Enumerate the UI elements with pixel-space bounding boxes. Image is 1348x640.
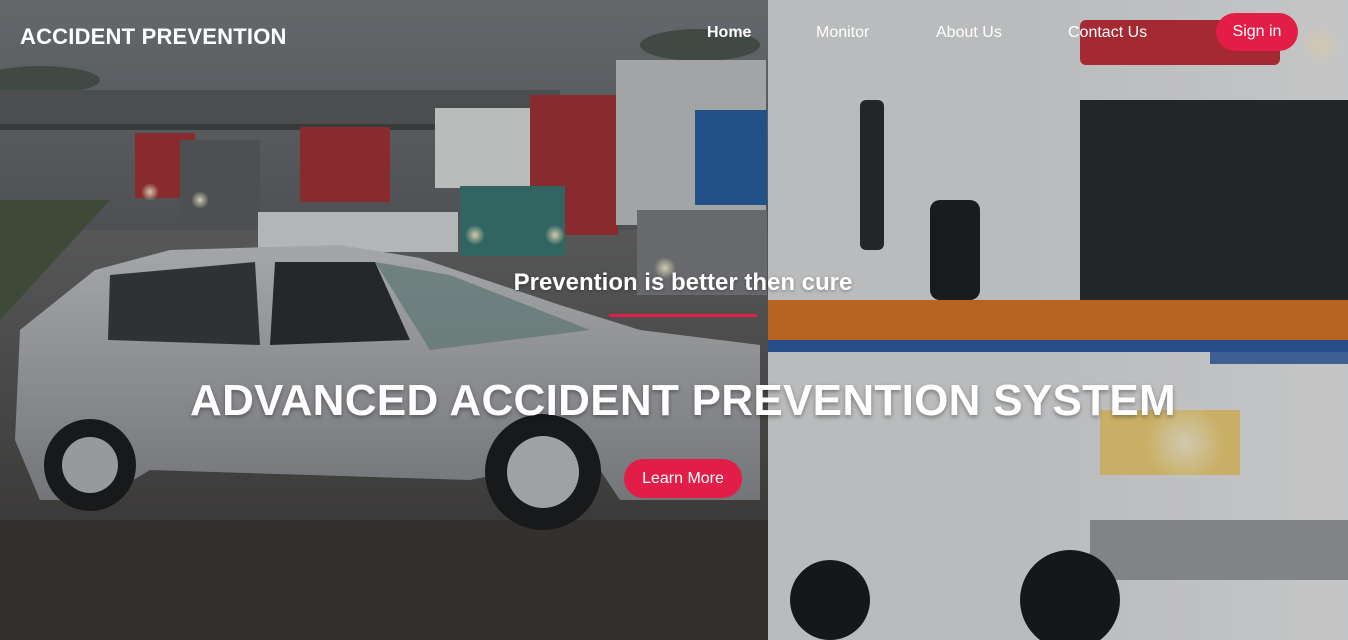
hero-tagline: Prevention is better then cure [513, 269, 853, 296]
learn-more-button[interactable]: Learn More [624, 459, 742, 498]
brand-logo[interactable]: ACCIDENT PREVENTION [20, 24, 287, 50]
hero-headline: ADVANCED ACCIDENT PREVENTION SYSTEM [190, 376, 1176, 425]
signin-button[interactable]: Sign in [1216, 13, 1298, 51]
tagline-underline [609, 314, 757, 317]
nav-about-us[interactable]: About Us [936, 24, 1002, 42]
nav-contact-us[interactable]: Contact Us [1068, 24, 1147, 42]
nav-monitor[interactable]: Monitor [816, 24, 869, 42]
hero-section: ACCIDENT PREVENTION Home Monitor About U… [0, 0, 1348, 640]
hero-overlay [0, 0, 1348, 640]
nav-home[interactable]: Home [707, 24, 751, 42]
